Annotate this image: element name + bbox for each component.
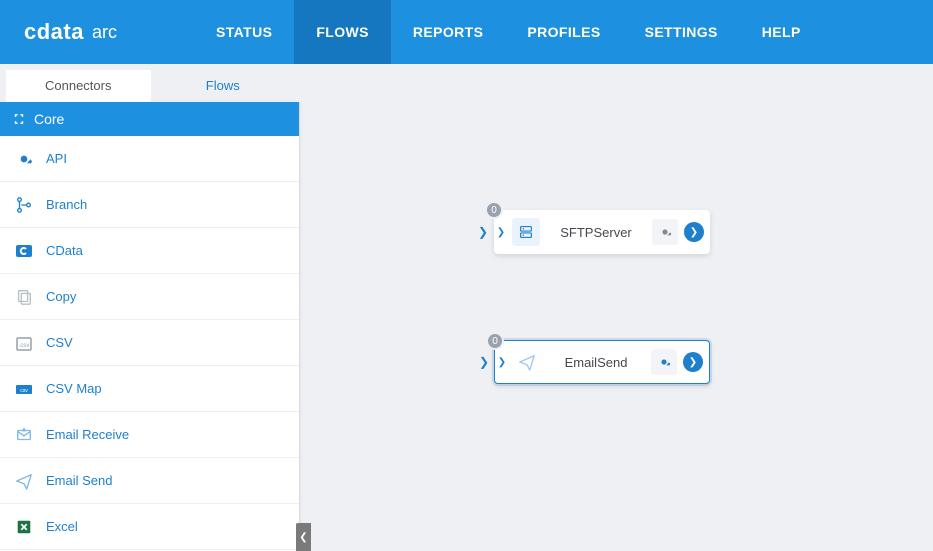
nav-settings[interactable]: SETTINGS bbox=[623, 0, 740, 64]
chevron-right-icon: ❯ bbox=[495, 357, 509, 368]
logo: cdata arc bbox=[24, 19, 194, 45]
core-header-label: Core bbox=[34, 111, 64, 127]
connector-api[interactable]: API bbox=[0, 136, 299, 182]
connector-excel[interactable]: Excel bbox=[0, 504, 299, 550]
node-output-port[interactable]: ❯ bbox=[684, 222, 704, 242]
connector-label: Branch bbox=[46, 197, 87, 212]
sidebar: Core API Branch CData Copy CSV CSV Map bbox=[0, 102, 300, 551]
nav-status[interactable]: STATUS bbox=[194, 0, 294, 64]
branch-icon bbox=[14, 195, 34, 215]
node-settings-button[interactable] bbox=[652, 219, 678, 245]
connector-cdata[interactable]: CData bbox=[0, 228, 299, 274]
connector-label: Copy bbox=[46, 289, 76, 304]
connector-emailreceive[interactable]: Email Receive bbox=[0, 412, 299, 458]
logo-text-sub: arc bbox=[92, 22, 117, 43]
connector-csv[interactable]: CSV bbox=[0, 320, 299, 366]
excel-icon bbox=[14, 517, 34, 537]
node-settings-button[interactable] bbox=[651, 349, 677, 375]
connector-emailsend[interactable]: Email Send bbox=[0, 458, 299, 504]
cdata-icon bbox=[14, 241, 34, 261]
connector-csvmap[interactable]: CSV Map bbox=[0, 366, 299, 412]
emailsend-icon bbox=[14, 471, 34, 491]
node-output-port[interactable]: ❯ bbox=[683, 352, 703, 372]
connector-label: CSV bbox=[46, 335, 73, 350]
side-tabs: Connectors Flows bbox=[6, 70, 295, 102]
tab-flows[interactable]: Flows bbox=[151, 70, 296, 102]
node-label: SFTPServer bbox=[540, 225, 652, 240]
connector-list: API Branch CData Copy CSV CSV Map Email … bbox=[0, 136, 299, 550]
nav-profiles[interactable]: PROFILES bbox=[505, 0, 622, 64]
node-sftpserver[interactable]: 0 ❯ ❯ SFTPServer ❯ bbox=[494, 210, 710, 254]
flow-canvas[interactable]: 0 ❯ ❯ SFTPServer ❯ 0 ❯ ❯ EmailSend ❯ bbox=[312, 64, 933, 551]
node-input-port[interactable]: ❯ bbox=[479, 355, 489, 369]
tab-connectors[interactable]: Connectors bbox=[6, 70, 151, 102]
connector-copy[interactable]: Copy bbox=[0, 274, 299, 320]
sidebar-collapse-handle[interactable]: ❮ bbox=[296, 523, 311, 551]
nav-flows[interactable]: FLOWS bbox=[294, 0, 391, 64]
connector-label: API bbox=[46, 151, 67, 166]
nav-help[interactable]: HELP bbox=[740, 0, 823, 64]
node-emailsend[interactable]: 0 ❯ ❯ EmailSend ❯ bbox=[494, 340, 710, 384]
csv-icon bbox=[14, 333, 34, 353]
sftp-icon bbox=[512, 218, 540, 246]
top-nav: cdata arc STATUS FLOWS REPORTS PROFILES … bbox=[0, 0, 933, 64]
csvmap-icon bbox=[14, 379, 34, 399]
node-input-port[interactable]: ❯ bbox=[478, 225, 488, 239]
connector-branch[interactable]: Branch bbox=[0, 182, 299, 228]
expand-icon bbox=[12, 112, 26, 126]
node-badge: 0 bbox=[486, 332, 504, 350]
node-badge: 0 bbox=[485, 201, 503, 219]
nav-reports[interactable]: REPORTS bbox=[391, 0, 505, 64]
chevron-left-icon: ❮ bbox=[299, 532, 307, 543]
node-label: EmailSend bbox=[541, 355, 651, 370]
emailreceive-icon bbox=[14, 425, 34, 445]
chevron-right-icon: ❯ bbox=[494, 227, 508, 238]
core-header[interactable]: Core bbox=[0, 102, 299, 136]
nav-menu: STATUS FLOWS REPORTS PROFILES SETTINGS H… bbox=[194, 0, 823, 64]
connector-label: Email Receive bbox=[46, 427, 129, 442]
copy-icon bbox=[14, 287, 34, 307]
connector-label: CData bbox=[46, 243, 83, 258]
connector-label: CSV Map bbox=[46, 381, 102, 396]
emailsend-node-icon bbox=[513, 348, 541, 376]
logo-text-main: cdata bbox=[24, 19, 84, 45]
connector-label: Email Send bbox=[46, 473, 112, 488]
api-icon bbox=[14, 149, 34, 169]
connector-label: Excel bbox=[46, 519, 78, 534]
